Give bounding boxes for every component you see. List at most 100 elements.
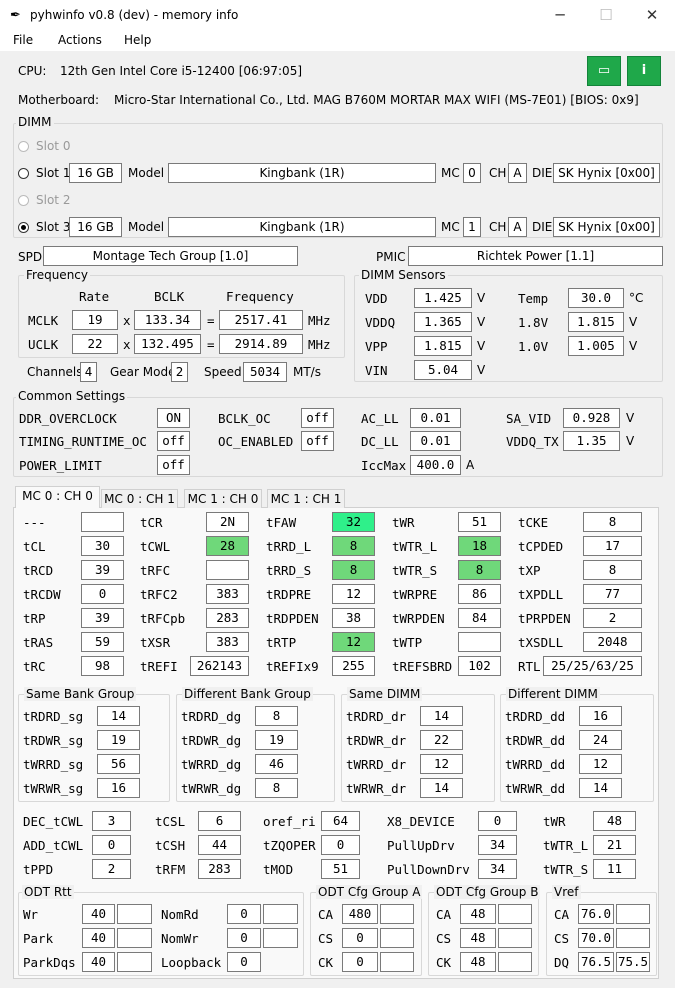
speed-value: 5034	[243, 362, 287, 382]
timing-label: tWRWR_dd	[505, 781, 566, 796]
misc-value: 21	[593, 835, 636, 855]
timing-label: tCWL	[140, 539, 171, 554]
mclk-label: MCLK	[28, 313, 59, 328]
frequency-header: Frequency	[226, 289, 294, 304]
slot-ch: A	[508, 217, 527, 237]
model-label: Model	[128, 166, 165, 180]
slot-label[interactable]: Slot 3	[36, 220, 70, 234]
vref-value: 70.0	[578, 928, 614, 948]
misc-label: tZQOPER	[263, 838, 316, 853]
vin-label: VIN	[365, 363, 388, 378]
timing-label: tWRRD_dd	[505, 757, 566, 772]
timing-value: 8	[332, 536, 375, 556]
timing-label: tWRRD_dg	[181, 757, 242, 772]
timing-value: 46	[255, 754, 298, 774]
save-button[interactable]: ▭	[587, 56, 621, 86]
timing-value: 8	[458, 560, 501, 580]
odt-label: Wr	[23, 907, 39, 922]
slot-die: SK Hynix [0x00]	[553, 163, 660, 183]
timing-label: tCR	[140, 515, 163, 530]
timing-label: tRAS	[23, 635, 54, 650]
info-button[interactable]: i	[627, 56, 661, 86]
timing-label: tWRRD_dr	[346, 757, 407, 772]
timing-value: 8	[583, 560, 642, 580]
timing-label: tRCD	[23, 563, 54, 578]
maximize-button[interactable]: ☐	[583, 0, 629, 31]
misc-value: 2	[92, 859, 131, 879]
timing-value: 383	[206, 584, 249, 604]
tab-4[interactable]: MC 1 : CH 1	[267, 489, 345, 508]
sa-vid-label: SA_VID	[506, 411, 552, 426]
timing-label: tREFI	[140, 659, 178, 674]
timing-value: 383	[206, 632, 249, 652]
slot-radio[interactable]	[18, 168, 29, 179]
timing-value: 2048	[583, 632, 642, 652]
timing-label: tRC	[23, 659, 46, 674]
timing-value: 2	[583, 608, 642, 628]
timing-value: 12	[420, 754, 463, 774]
vref-label: CS	[554, 931, 570, 946]
vref-label: CA	[554, 907, 570, 922]
menu-help[interactable]: Help	[124, 33, 151, 47]
window-title: pyhwinfo v0.8 (dev) - memory info	[30, 8, 239, 22]
timing-value: 16	[97, 778, 140, 798]
timing-rt-value: off	[157, 431, 190, 451]
v18-label: 1.8V	[518, 315, 549, 330]
vref-label: DQ	[554, 955, 570, 970]
speed-label: Speed	[204, 365, 242, 379]
uclk-frequency: 2914.89	[219, 334, 303, 354]
unit-label: V	[629, 315, 638, 329]
dimm-sensors-title: DIMM Sensors	[359, 268, 448, 282]
slot-label[interactable]: Slot 0	[36, 139, 70, 153]
slot-radio[interactable]	[18, 222, 29, 233]
timing-rt-label: TIMING_RUNTIME_OC	[19, 434, 147, 449]
v18-value: 1.815	[568, 312, 624, 332]
volt-unit: V	[626, 411, 635, 425]
slot-label[interactable]: Slot 2	[36, 193, 70, 207]
odt-cfg-a-value-b	[380, 928, 414, 948]
rate-header: Rate	[79, 289, 110, 304]
timing-value: 86	[458, 584, 501, 604]
slot-radio[interactable]	[18, 141, 29, 152]
menu-actions[interactable]: Actions	[58, 33, 102, 47]
v10-label: 1.0V	[518, 339, 549, 354]
odt-value: 40	[82, 952, 115, 972]
tab-1[interactable]: MC 0 : CH 0	[15, 486, 100, 508]
odt-rtt-title: ODT Rtt	[22, 885, 74, 899]
tab-2[interactable]: MC 0 : CH 1	[101, 489, 178, 508]
misc-label: tMOD	[263, 862, 294, 877]
save-icon: ▭	[597, 63, 611, 78]
slot-radio[interactable]	[18, 195, 29, 206]
timing-value: 77	[583, 584, 642, 604]
misc-label: ADD_tCWL	[23, 838, 84, 853]
dc-ll-value: 0.01	[410, 431, 461, 451]
feather-icon: ✒	[10, 8, 21, 23]
timing-value: 14	[420, 706, 463, 726]
die-label: DIE	[532, 166, 553, 180]
temp-label: Temp	[518, 291, 549, 306]
bclk-oc-label: BCLK_OC	[218, 411, 271, 426]
dc-ll-label: DC_LL	[361, 434, 399, 449]
timing-group-title: Same Bank Group	[24, 687, 137, 701]
tab-3[interactable]: MC 1 : CH 0	[184, 489, 262, 508]
minimize-button[interactable]: ─	[537, 0, 583, 31]
timing-value	[206, 560, 249, 580]
odt-cfg-b-label: CK	[436, 955, 452, 970]
close-button[interactable]: ✕	[629, 0, 675, 31]
misc-value: 0	[321, 835, 360, 855]
motherboard-label: Motherboard:	[18, 93, 100, 107]
timing-label: tWRWR_sg	[23, 781, 84, 796]
misc-value: 51	[321, 859, 360, 879]
menu-file[interactable]: File	[13, 33, 33, 47]
uclk-label: UCLK	[28, 337, 59, 352]
odt-value: 0	[227, 952, 261, 972]
amp-unit: A	[466, 458, 475, 472]
vddq-label: VDDQ	[365, 315, 396, 330]
slot-label[interactable]: Slot 1	[36, 166, 70, 180]
timing-group-title: Same DIMM	[347, 687, 423, 701]
timing-value: 8	[255, 706, 298, 726]
spd-label: SPD	[18, 250, 43, 264]
volt-unit: V	[477, 315, 486, 329]
volt-unit: V	[477, 363, 486, 377]
timing-label: ---	[23, 515, 46, 530]
